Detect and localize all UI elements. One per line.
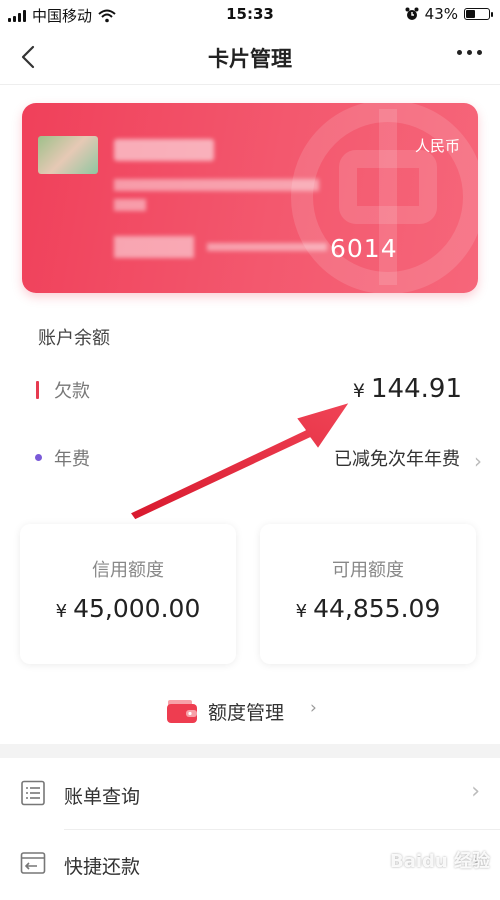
annual-fee-row[interactable]: 年费 已减免次年年费 ›: [0, 440, 500, 480]
battery-icon: [464, 8, 493, 20]
credit-limit-card: 信用额度 ¥45,000.00: [20, 524, 236, 664]
page-title: 卡片管理: [208, 47, 292, 71]
debt-amount: ¥144.91: [353, 374, 462, 404]
status-bar: 中国移动 15:33 43%: [0, 0, 500, 30]
bill-list-icon: [21, 780, 45, 806]
debt-row: 欠款 ¥144.91: [0, 372, 500, 412]
debt-value: 144.91: [371, 374, 462, 404]
wallet-icon: [167, 700, 197, 723]
bank-logo-watermark-icon: [291, 103, 478, 293]
fee-label: 年费: [54, 449, 90, 470]
card-chip-image: [38, 136, 98, 174]
credit-limit-label: 信用额度: [92, 560, 164, 581]
chevron-right-icon: ›: [310, 698, 317, 718]
credit-amount: 45,000.00: [73, 594, 201, 623]
battery-fill: [466, 10, 476, 18]
available-limit-card: 可用额度 ¥44,855.09: [260, 524, 476, 664]
nav-divider: [0, 84, 500, 85]
status-right: 43%: [405, 5, 493, 23]
debt-label: 欠款: [54, 381, 90, 402]
credit-limit-value: ¥45,000.00: [20, 594, 236, 623]
section-title-balance: 账户余额: [38, 328, 110, 349]
available-limit-value: ¥44,855.09: [260, 594, 476, 623]
quick-repay-icon: [20, 852, 46, 874]
card-number-mask: [207, 243, 327, 251]
limit-management-link[interactable]: 额度管理 ›: [0, 694, 500, 730]
debt-currency: ¥: [352, 380, 366, 402]
credit-currency: ¥: [55, 601, 68, 622]
available-limit-label: 可用额度: [332, 560, 404, 581]
limit-management-label: 额度管理: [208, 702, 285, 724]
section-gap: [0, 744, 500, 758]
menu-item-label: 快捷还款: [64, 856, 141, 878]
menu-item-bill-inquiry[interactable]: 账单查询 ›: [0, 760, 500, 830]
watermark: Baidu 经验: [389, 851, 490, 872]
card-currency: 人民币: [414, 137, 460, 155]
available-amount: 44,855.09: [313, 594, 441, 623]
chevron-right-icon: ›: [471, 779, 480, 804]
battery-percent: 43%: [424, 5, 458, 23]
fee-marker: [35, 454, 42, 461]
debt-marker: [36, 381, 39, 399]
card-number-head-blurred: [114, 236, 194, 258]
card-number-tail: 6014: [330, 234, 398, 263]
more-icon[interactable]: [457, 50, 482, 55]
nav-bar: 卡片管理: [0, 30, 500, 84]
alarm-icon: [405, 7, 419, 20]
fee-value: 已减免次年年费: [334, 449, 460, 470]
credit-card[interactable]: 6014 人民币: [22, 103, 478, 293]
card-description-blurred: [114, 179, 319, 191]
menu-item-label: 账单查询: [64, 786, 141, 808]
card-description-blurred-2: [114, 199, 146, 211]
chevron-right-icon: ›: [474, 449, 482, 473]
available-currency: ¥: [295, 601, 308, 622]
bank-name-blurred: [114, 139, 214, 161]
